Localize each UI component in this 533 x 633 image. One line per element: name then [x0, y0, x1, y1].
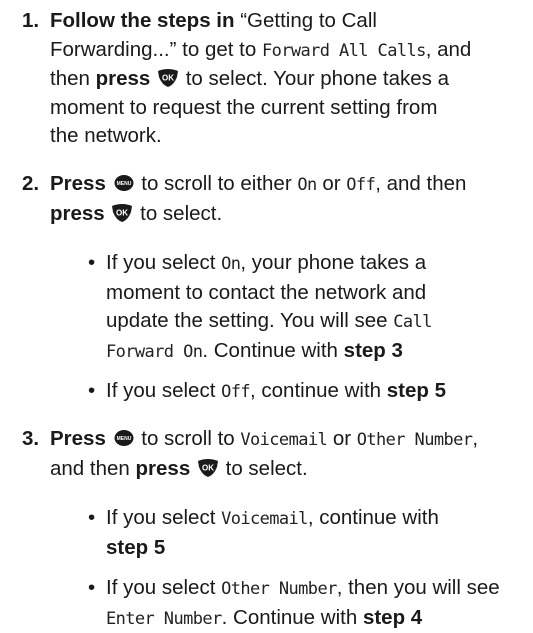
display-text: Forward On — [106, 341, 203, 362]
step-number: 3. — [22, 427, 40, 450]
svg-text:MENU: MENU — [116, 181, 131, 187]
display-text: Off — [346, 175, 376, 195]
menu-key-icon: MENU — [113, 173, 135, 193]
bullet-text: If you select On, your phone takes a mom… — [106, 251, 432, 362]
bullet-text: If you select Off, continue with step 5 — [106, 379, 447, 402]
bullet-dot: • — [88, 379, 96, 402]
menu-key-icon: MENU — [113, 428, 135, 448]
display-text: Other Number — [221, 579, 337, 599]
display-text: Off — [221, 382, 251, 402]
bullet-text: If you select Other Number, then you wil… — [106, 576, 500, 629]
svg-text:OK: OK — [162, 74, 174, 83]
display-text: Voicemail — [240, 430, 328, 450]
svg-text:MENU: MENU — [116, 436, 131, 442]
step-text: Follow the steps in “Getting to Call For… — [50, 9, 472, 148]
bullet-dot: • — [88, 506, 96, 529]
step-number: 2. — [22, 172, 40, 195]
display-text: Forward All Calls — [261, 40, 426, 61]
step-number: 1. — [22, 9, 40, 32]
bullet-dot: • — [88, 251, 96, 274]
ok-key-icon: OK — [157, 68, 179, 88]
step-text: Press MENU to scroll to Voicemail or Oth… — [50, 427, 479, 480]
instruction-document: 1. Follow the steps in “Getting to Call … — [0, 0, 533, 629]
step-text: Press MENU to scroll to either On or Off… — [50, 172, 467, 225]
display-text: On — [221, 254, 241, 274]
display-text: Other Number — [356, 430, 473, 450]
svg-text:OK: OK — [202, 463, 214, 472]
display-text: On — [297, 175, 317, 195]
svg-text:OK: OK — [116, 208, 128, 217]
display-text: Call — [393, 312, 432, 333]
ok-key-icon: OK — [197, 458, 219, 478]
display-text: Voicemail — [221, 509, 308, 529]
ok-key-icon: OK — [111, 203, 133, 223]
bullet-text: If you select Voicemail, continue with s… — [106, 506, 439, 559]
bullet-dot: • — [88, 576, 96, 599]
display-text: Enter Number — [106, 608, 222, 629]
